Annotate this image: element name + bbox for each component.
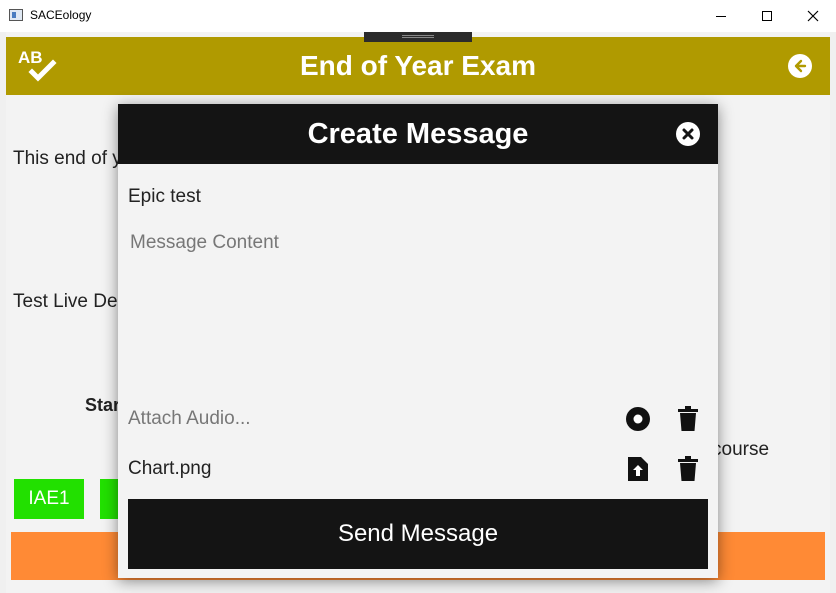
close-icon <box>807 10 819 22</box>
drag-handle[interactable] <box>364 32 472 42</box>
attach-file-row: Chart.png <box>128 451 708 487</box>
close-window-button[interactable] <box>790 0 836 32</box>
window-title: SACEology <box>30 8 92 22</box>
maximize-icon <box>762 11 772 21</box>
page-title: End of Year Exam <box>299 50 537 81</box>
message-subject[interactable]: Epic test <box>128 186 201 208</box>
back-button[interactable] <box>788 54 812 78</box>
attach-audio-row: Attach Audio... <box>128 401 708 437</box>
live-date-label: Test Live De <box>13 291 118 312</box>
create-message-modal: Create Message Epic test Attach Audio...… <box>118 104 718 578</box>
minimize-button[interactable] <box>698 0 744 32</box>
delete-file-button[interactable] <box>674 455 702 483</box>
message-content-input[interactable] <box>128 230 698 370</box>
file-upload-icon <box>628 457 648 481</box>
attach-audio-field[interactable]: Attach Audio... <box>128 408 251 430</box>
exam-description: This end of y <box>13 148 122 169</box>
modal-title: Create Message <box>307 118 529 150</box>
maximize-button[interactable] <box>744 0 790 32</box>
minimize-icon <box>716 15 726 17</box>
modal-close-button[interactable] <box>676 122 700 146</box>
start-column-heading: Star <box>85 395 121 415</box>
record-icon <box>626 407 650 431</box>
send-message-button[interactable]: Send Message <box>128 499 708 569</box>
assessment-pill[interactable]: IAE1 <box>14 479 84 519</box>
modal-header: Create Message <box>118 104 718 164</box>
window-titlebar: SACEology <box>0 0 836 32</box>
course-label: course <box>712 439 770 460</box>
record-audio-button[interactable] <box>624 405 652 433</box>
attached-file-name: Chart.png <box>128 458 212 479</box>
app-icon <box>9 9 23 21</box>
arrow-left-icon <box>794 59 807 73</box>
trash-icon <box>678 406 698 431</box>
app-header: AB End of Year Exam <box>6 37 830 95</box>
close-circle-icon <box>682 128 694 140</box>
delete-audio-button[interactable] <box>674 405 702 433</box>
upload-file-button[interactable] <box>624 455 652 483</box>
trash-icon <box>678 456 698 481</box>
